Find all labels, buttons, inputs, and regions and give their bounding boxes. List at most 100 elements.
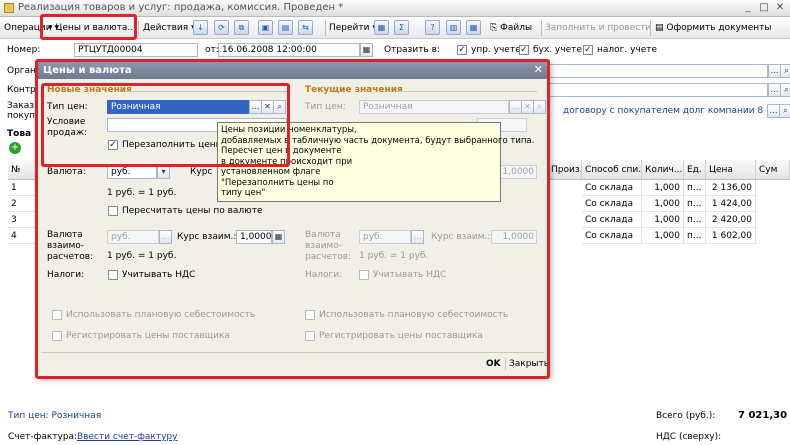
separator	[325, 20, 326, 36]
copy-icon[interactable]: ⧉	[234, 20, 249, 35]
contract-link[interactable]: договору с покупателем долг компании 8 7…	[563, 106, 790, 116]
close-button[interactable]: Закрыть	[509, 359, 549, 369]
price-type-field[interactable]: Розничная	[107, 100, 249, 114]
structure-icon[interactable]: ⇆	[298, 20, 313, 35]
date-label: от:	[205, 45, 219, 55]
window-titlebar: Реализация товаров и услуг: продажа, ком…	[0, 0, 790, 17]
search-icon[interactable]: ⌕	[780, 64, 790, 78]
cell-qty: 1,000	[642, 180, 684, 196]
price-type-label: Тип цен:	[47, 102, 88, 112]
recalc-label: Пересчитать цены по валюте	[122, 206, 263, 216]
acct-checkbox[interactable]: ✓	[519, 45, 529, 55]
close-icon[interactable]: ✕	[772, 1, 788, 15]
cell-qty: 1,000	[642, 228, 684, 244]
total-value: 7 021,30	[738, 410, 788, 421]
add-row-icon[interactable]: +	[9, 142, 21, 154]
files-button[interactable]: ⎘ Файлы	[490, 21, 532, 35]
help-icon[interactable]: ?	[425, 20, 440, 35]
invoice-label: Счет-фактура:	[8, 432, 78, 442]
search-icon: ⌕	[533, 100, 546, 114]
select-button[interactable]: …	[159, 230, 172, 244]
cell-qty: 1,000	[642, 212, 684, 228]
separator	[505, 358, 506, 370]
number-field[interactable]: РТЦУТД00004	[74, 43, 198, 57]
settle-currency-field[interactable]: руб.	[107, 230, 159, 244]
sale-cond-label: Условие продаж:	[47, 117, 87, 138]
cell-method: Со склада	[582, 228, 642, 244]
vat-checkbox[interactable]	[108, 270, 118, 280]
cell-unit: п...	[684, 196, 706, 212]
minimize-icon[interactable]: _	[740, 1, 756, 15]
maximize-icon[interactable]: □	[756, 1, 772, 15]
print-docs-button[interactable]: ▤ Оформить документы	[655, 21, 772, 35]
cell-price: 1 602,00	[706, 228, 756, 244]
order-label: Заказ	[7, 101, 35, 111]
recalc-checkbox[interactable]	[108, 206, 118, 216]
calendar-icon[interactable]: ▦	[360, 43, 373, 57]
date-field[interactable]: 16.06.2008 12:00:00	[218, 43, 360, 57]
cell-method: Со склада	[582, 212, 642, 228]
calendar-icon[interactable]: ▥	[446, 20, 461, 35]
refill-prices-checkbox[interactable]: ✓	[108, 140, 118, 150]
cur-vat-label: Учитывать НДС	[373, 270, 447, 280]
search-icon[interactable]: ⌕	[273, 100, 286, 114]
paperclip-icon: ⎘	[490, 23, 498, 33]
ledger-icon[interactable]: Σ	[394, 20, 409, 35]
contractor-field[interactable]	[548, 83, 768, 97]
vat-label: НДС (сверху):	[656, 432, 722, 442]
cur-price-type-field: Розничная	[359, 100, 509, 114]
mgmt-label: упр. учете	[471, 45, 521, 55]
price-type-tooltip: Цены позиции номенклатуры, добавляемых в…	[217, 122, 534, 202]
separator	[541, 20, 542, 36]
prices-currency-dialog: Цены и валюта ✕ Новые значения Тип цен: …	[36, 61, 549, 377]
cur-settle-rate-field: 1,0000	[491, 230, 537, 244]
ok-button[interactable]: OK	[486, 359, 501, 369]
document-icon: ▤	[655, 23, 664, 33]
search-icon[interactable]: ⌕	[779, 104, 790, 118]
actions-menu[interactable]: Действия ▾	[143, 21, 196, 35]
chevron-down-icon: ▾	[48, 23, 53, 33]
supplier-prices-label: Регистрировать цены поставщика	[66, 331, 230, 341]
org-label: Орган	[7, 66, 36, 76]
org-field[interactable]	[548, 64, 768, 78]
currency-field[interactable]: руб.	[107, 165, 157, 179]
report-icon[interactable]: ▦	[374, 20, 389, 35]
document-toolbar: Операции ▾ ▾ Цены и валюта... Действия ▾…	[0, 17, 790, 39]
plan-cost-checkbox[interactable]	[52, 310, 62, 320]
go-menu[interactable]: Перейти ▾	[329, 21, 377, 35]
grid-icon[interactable]: ▦	[466, 20, 481, 35]
cell-method: Со склада	[582, 180, 642, 196]
taxes-label: Налоги:	[47, 270, 85, 280]
refresh-icon[interactable]: ⟳	[214, 20, 229, 35]
separator	[650, 20, 651, 36]
prices-currency-button[interactable]: ▾ Цены и валюта...	[48, 21, 136, 35]
calculator-icon[interactable]: ▦	[272, 230, 285, 244]
table-header-method[interactable]: Способ спи...	[582, 160, 642, 180]
table-header-unit[interactable]: Ед.	[684, 160, 706, 180]
tax-checkbox[interactable]: ✓	[583, 45, 593, 55]
post-icon[interactable]: ↓	[193, 20, 208, 35]
search-icon[interactable]: ⌕	[780, 83, 790, 97]
cell-unit: п...	[684, 180, 706, 196]
settle-rate-field[interactable]: 1,0000	[236, 230, 272, 244]
table-header-qty[interactable]: Колич...	[642, 160, 684, 180]
price-type-link[interactable]: Тип цен: Розничная	[8, 411, 101, 421]
mgmt-checkbox[interactable]: ✓	[457, 45, 467, 55]
fill-and-post-button[interactable]: Заполнить и провести	[545, 21, 651, 35]
goods-tab[interactable]: Това	[7, 129, 31, 139]
cur-taxes-label: Налоги:	[305, 270, 343, 280]
cur-settle-label: Валюта взаимо-расчетов:	[305, 230, 352, 262]
invoice-link[interactable]: Ввести счет-фактуру	[77, 432, 177, 442]
supplier-prices-checkbox[interactable]	[52, 331, 62, 341]
table-header-price[interactable]: Цена	[706, 160, 756, 180]
plan-cost-label: Использовать плановую себестоимость	[66, 310, 256, 320]
table-icon[interactable]: ▤	[278, 20, 293, 35]
cell-price: 2 136,00	[706, 180, 756, 196]
cur-supplier-label: Регистрировать цены поставщика	[319, 331, 483, 341]
chevron-down-icon[interactable]: ▾	[157, 165, 170, 179]
close-icon[interactable]: ✕	[534, 63, 543, 76]
save-icon[interactable]: ▣	[258, 20, 273, 35]
window-title: Реализация товаров и услуг: продажа, ком…	[18, 2, 344, 13]
table-header-sum[interactable]: Сум	[756, 160, 790, 180]
table-header-prod[interactable]: Произ...	[548, 160, 582, 180]
